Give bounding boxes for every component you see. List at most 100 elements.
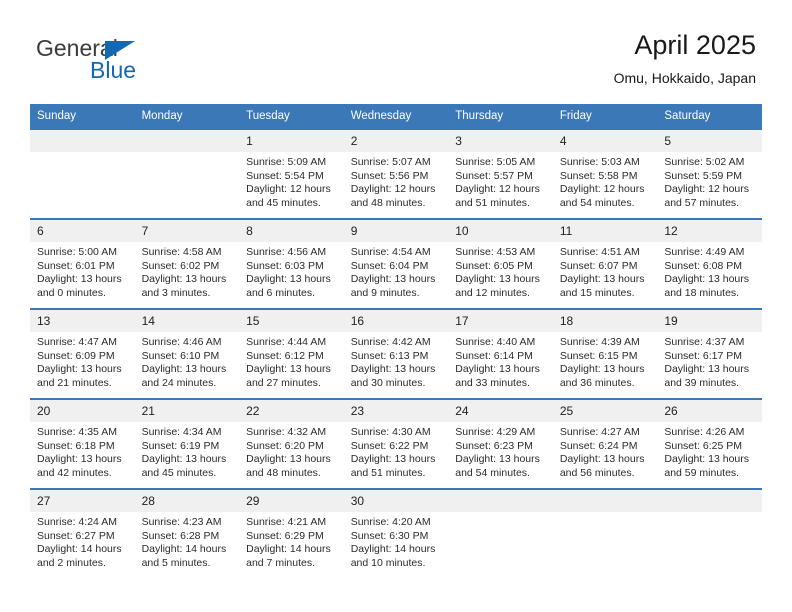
calendar-day-cell[interactable]: 12 Sunrise: 4:49 AM Sunset: 6:08 PM Dayligh… [657,218,762,309]
general-blue-logo[interactable]: General Blue [36,36,266,92]
sunrise-text: Sunrise: 5:02 AM [664,156,745,168]
day-number: 16 [343,310,449,332]
calendar-day-cell-empty [448,488,553,578]
daylight-text-line1: Daylight: 13 hours [664,453,750,466]
calendar-day-cell[interactable]: 27 Sunrise: 4:24 AM Sunset: 6:27 PM Dayligh… [30,488,135,578]
sunset-text: Sunset: 6:12 PM [246,349,324,362]
sunset-text: Sunset: 6:14 PM [455,349,533,362]
calendar-week-row: 1 Sunrise: 5:09 AM Sunset: 5:54 PM Daylight… [30,128,762,219]
day-number: 22 [239,400,344,422]
calendar-day-cell[interactable]: 22 Sunrise: 4:32 AM Sunset: 6:20 PM Dayligh… [239,398,344,489]
sunset-text: Sunset: 6:23 PM [455,439,533,452]
sunset-text: Sunset: 6:03 PM [246,259,324,272]
calendar-day-cell[interactable]: 29 Sunrise: 4:21 AM Sunset: 6:29 PM Dayligh… [239,488,344,578]
daylight-text-line1: Daylight: 14 hours [246,543,331,556]
calendar-day-cell[interactable]: 5 Sunrise: 5:02 AM Sunset: 5:59 PM Daylight… [657,128,762,219]
sunrise-text: Sunrise: 4:53 AM [455,246,536,258]
daylight-text-line1: Daylight: 13 hours [37,363,122,376]
sunrise-text: Sunrise: 4:27 AM [559,426,640,438]
day-number: 30 [343,490,449,512]
daylight-text-line1: Daylight: 14 hours [350,543,436,556]
day-number: 5 [657,130,762,152]
sunset-text: Sunset: 6:27 PM [37,529,115,542]
calendar-day-cell[interactable]: 13 Sunrise: 4:47 AM Sunset: 6:09 PM Dayligh… [30,308,135,399]
calendar-day-cell[interactable]: 3 Sunrise: 5:05 AM Sunset: 5:57 PM Daylight… [448,128,553,219]
calendar-table: Sunday Monday Tuesday Wednesday Thursday… [30,104,762,578]
sunrise-text: Sunrise: 4:20 AM [350,516,431,528]
calendar-day-cell[interactable]: 1 Sunrise: 5:09 AM Sunset: 5:54 PM Daylight… [239,128,344,219]
calendar-day-cell[interactable]: 25 Sunrise: 4:27 AM Sunset: 6:24 PM Dayligh… [552,398,658,489]
calendar-day-cell[interactable]: 17 Sunrise: 4:40 AM Sunset: 6:14 PM Dayligh… [448,308,553,399]
calendar-day-cell[interactable]: 2 Sunrise: 5:07 AM Sunset: 5:56 PM Daylight… [343,128,449,219]
calendar-day-cell[interactable]: 30 Sunrise: 4:20 AM Sunset: 6:30 PM Dayligh… [343,488,449,578]
sunset-text: Sunset: 6:15 PM [559,349,638,362]
calendar-day-cell[interactable]: 28 Sunrise: 4:23 AM Sunset: 6:28 PM Dayligh… [134,488,240,578]
day-details: Sunrise: 4:46 AM Sunset: 6:10 PM Daylight:… [135,332,240,390]
sunrise-text: Sunrise: 5:00 AM [37,246,117,258]
sunrise-text: Sunrise: 4:29 AM [455,426,536,438]
daylight-text-line2: and 56 minutes. [559,466,635,479]
calendar-day-cell-empty [30,128,135,219]
logo-text-general: General [36,35,118,61]
daylight-text-line2: and 5 minutes. [141,556,211,569]
calendar-day-cell[interactable]: 10 Sunrise: 4:53 AM Sunset: 6:05 PM Dayligh… [448,218,553,309]
calendar-day-cell[interactable]: 26 Sunrise: 4:26 AM Sunset: 6:25 PM Dayligh… [657,398,762,489]
daylight-text-line2: and 21 minutes. [37,376,112,389]
calendar-day-cell[interactable]: 21 Sunrise: 4:34 AM Sunset: 6:19 PM Dayligh… [134,398,240,489]
calendar-day-cell[interactable]: 7 Sunrise: 4:58 AM Sunset: 6:02 PM Daylight… [134,218,240,309]
day-details: Sunrise: 5:09 AM Sunset: 5:54 PM Daylight:… [239,152,344,210]
daylight-text-line1: Daylight: 13 hours [559,363,645,376]
sunrise-text: Sunrise: 4:54 AM [350,246,431,258]
day-details: Sunrise: 4:49 AM Sunset: 6:08 PM Daylight:… [657,242,762,300]
calendar-day-cell[interactable]: 18 Sunrise: 4:39 AM Sunset: 6:15 PM Dayligh… [552,308,658,399]
daylight-text-line2: and 54 minutes. [455,466,530,479]
calendar-day-cell[interactable]: 4 Sunrise: 5:03 AM Sunset: 5:58 PM Daylight… [552,128,658,219]
sunset-text: Sunset: 6:19 PM [141,439,220,452]
calendar-week-row: 13 Sunrise: 4:47 AM Sunset: 6:09 PM Dayligh… [30,308,762,399]
sunrise-text: Sunrise: 4:30 AM [350,426,431,438]
day-details: Sunrise: 5:07 AM Sunset: 5:56 PM Daylight:… [344,152,449,210]
calendar-day-cell[interactable]: 24 Sunrise: 4:29 AM Sunset: 6:23 PM Dayligh… [448,398,553,489]
sunrise-text: Sunrise: 4:32 AM [246,426,327,438]
calendar-day-cell[interactable]: 9 Sunrise: 4:54 AM Sunset: 6:04 PM Daylight… [343,218,449,309]
sunrise-text: Sunrise: 5:05 AM [455,156,536,168]
sunrise-text: Sunrise: 4:42 AM [350,336,431,348]
calendar-header-row: Sunday Monday Tuesday Wednesday Thursday… [30,104,762,129]
sunset-text: Sunset: 6:20 PM [246,439,324,452]
day-number: 3 [448,130,553,152]
calendar-day-cell[interactable]: 8 Sunrise: 4:56 AM Sunset: 6:03 PM Daylight… [239,218,344,309]
daylight-text-line1: Daylight: 12 hours [559,183,645,196]
sunrise-text: Sunrise: 4:51 AM [559,246,640,258]
calendar-day-cell[interactable]: 19 Sunrise: 4:37 AM Sunset: 6:17 PM Dayligh… [657,308,762,399]
weekday-header-wednesday: Wednesday [343,104,449,129]
day-number: 12 [657,220,762,242]
daylight-text-line1: Daylight: 13 hours [350,453,436,466]
logo-text-blue: Blue [90,57,137,83]
calendar-day-cell[interactable]: 15 Sunrise: 4:44 AM Sunset: 6:12 PM Dayligh… [239,308,344,399]
sunrise-text: Sunrise: 4:47 AM [37,336,117,348]
daylight-text-line1: Daylight: 13 hours [664,363,750,376]
calendar-day-cell[interactable]: 16 Sunrise: 4:42 AM Sunset: 6:13 PM Dayligh… [343,308,449,399]
sunset-text: Sunset: 5:57 PM [455,169,533,182]
daylight-text-line1: Daylight: 13 hours [246,273,331,286]
sunrise-text: Sunrise: 4:26 AM [664,426,745,438]
weekday-header-thursday: Thursday [448,104,553,129]
calendar-day-cell[interactable]: 11 Sunrise: 4:51 AM Sunset: 6:07 PM Dayligh… [552,218,658,309]
daylight-text-line2: and 10 minutes. [350,556,426,569]
daylight-text-line1: Daylight: 13 hours [559,273,645,286]
daylight-text-line2: and 9 minutes. [350,286,420,299]
sunset-text: Sunset: 5:58 PM [559,169,638,182]
daylight-text-line1: Daylight: 12 hours [455,183,540,196]
daylight-text-line1: Daylight: 13 hours [246,363,331,376]
sunset-text: Sunset: 6:01 PM [37,259,115,272]
calendar-day-cell[interactable]: 23 Sunrise: 4:30 AM Sunset: 6:22 PM Dayligh… [343,398,449,489]
daylight-text-line2: and 15 minutes. [559,286,635,299]
day-number: 7 [134,220,240,242]
day-number: 9 [343,220,449,242]
sunrise-text: Sunrise: 4:23 AM [141,516,222,528]
calendar-day-cell[interactable]: 14 Sunrise: 4:46 AM Sunset: 6:10 PM Dayligh… [134,308,240,399]
calendar-day-cell[interactable]: 6 Sunrise: 5:00 AM Sunset: 6:01 PM Daylight… [30,218,135,309]
daylight-text-line1: Daylight: 14 hours [37,543,122,556]
calendar-week-row: 20 Sunrise: 4:35 AM Sunset: 6:18 PM Dayligh… [30,398,762,489]
calendar-day-cell[interactable]: 20 Sunrise: 4:35 AM Sunset: 6:18 PM Dayligh… [30,398,135,489]
